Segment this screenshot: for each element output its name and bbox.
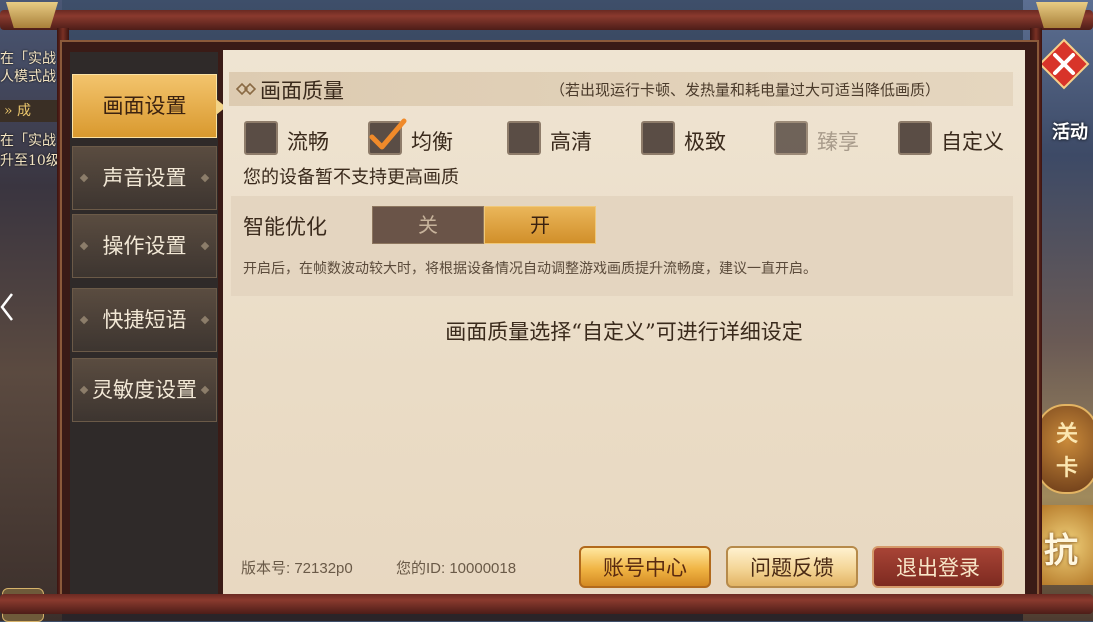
quality-option-balanced[interactable]: 均衡 — [368, 118, 468, 157]
quality-option-premium: 臻享 — [774, 121, 874, 157]
checkbox[interactable] — [898, 121, 932, 155]
feedback-button[interactable]: 问题反馈 — [726, 546, 858, 588]
chat-tag: » 成 — [0, 100, 60, 122]
scroll-cap-left — [6, 2, 58, 28]
quality-option-custom[interactable]: 自定义 — [898, 121, 1013, 157]
level-button[interactable]: 关 卡 — [1036, 404, 1093, 494]
diamond-icon — [79, 241, 89, 251]
checkbox[interactable] — [244, 121, 278, 155]
diamond-icon — [200, 241, 210, 251]
diamond-icon — [200, 315, 210, 325]
tab-quick-phrases[interactable]: 快捷短语 — [72, 288, 217, 352]
fight-button[interactable]: 抗 — [1040, 505, 1093, 585]
account-center-button[interactable]: 账号中心 — [579, 546, 711, 588]
quality-note: （若出现运行卡顿、发热量和耗电量过大可适当降低画质） — [550, 81, 941, 99]
smart-optimize-on-button[interactable]: 开 — [484, 206, 596, 244]
diamond-icon — [200, 385, 210, 395]
activity-label[interactable]: 活动 — [1052, 118, 1088, 144]
logout-button[interactable]: 退出登录 — [872, 546, 1004, 588]
chevron-left-icon[interactable] — [0, 292, 14, 322]
tab-graphics-settings[interactable]: 画面设置 — [72, 74, 226, 138]
smart-optimize-description: 开启后，在帧数波动较大时，将根据设备情况自动调整游戏画质提升流畅度，建议一直开启… — [243, 261, 817, 277]
checkbox[interactable] — [641, 121, 675, 155]
user-id-label: 您的ID: 10000018 — [396, 560, 517, 577]
diamond-icon — [200, 173, 210, 183]
chat-line: 在「实战 — [0, 51, 56, 67]
tab-control-settings[interactable]: 操作设置 — [72, 214, 217, 278]
chat-line: 在「实战 — [0, 133, 56, 149]
smart-optimize-off-button[interactable]: 关 — [372, 206, 484, 244]
checkmark-icon — [369, 118, 407, 150]
close-icon[interactable] — [1038, 38, 1090, 90]
scroll-cap-right — [1036, 2, 1088, 28]
quality-option-ultimate[interactable]: 极致 — [641, 121, 741, 157]
quality-option-hd[interactable]: 高清 — [507, 121, 607, 157]
tab-sensitivity-settings[interactable]: 灵敏度设置 — [72, 358, 217, 422]
diamond-icon — [79, 385, 89, 395]
chat-line: 升至10级 — [0, 153, 60, 169]
smart-optimize-label: 智能优化 — [243, 215, 327, 239]
checkbox — [774, 121, 808, 155]
version-label: 版本号: 72132p0 — [241, 560, 353, 577]
checkbox[interactable] — [507, 121, 541, 155]
scroll-rod-top — [0, 10, 1093, 30]
diamond-icon — [79, 173, 89, 183]
quality-option-smooth[interactable]: 流畅 — [244, 121, 344, 157]
custom-quality-hint: 画面质量选择“自定义”可进行详细设定 — [445, 320, 803, 344]
scroll-rod-bottom — [0, 594, 1093, 614]
tab-sound-settings[interactable]: 声音设置 — [72, 146, 217, 210]
smart-optimize-section — [231, 196, 1013, 296]
device-support-message: 您的设备暂不支持更高画质 — [243, 167, 459, 188]
double-diamond-icon — [236, 82, 256, 96]
quality-title: 画面质量 — [260, 79, 344, 103]
chat-line: 人模式战 — [0, 69, 56, 85]
diamond-icon — [79, 315, 89, 325]
